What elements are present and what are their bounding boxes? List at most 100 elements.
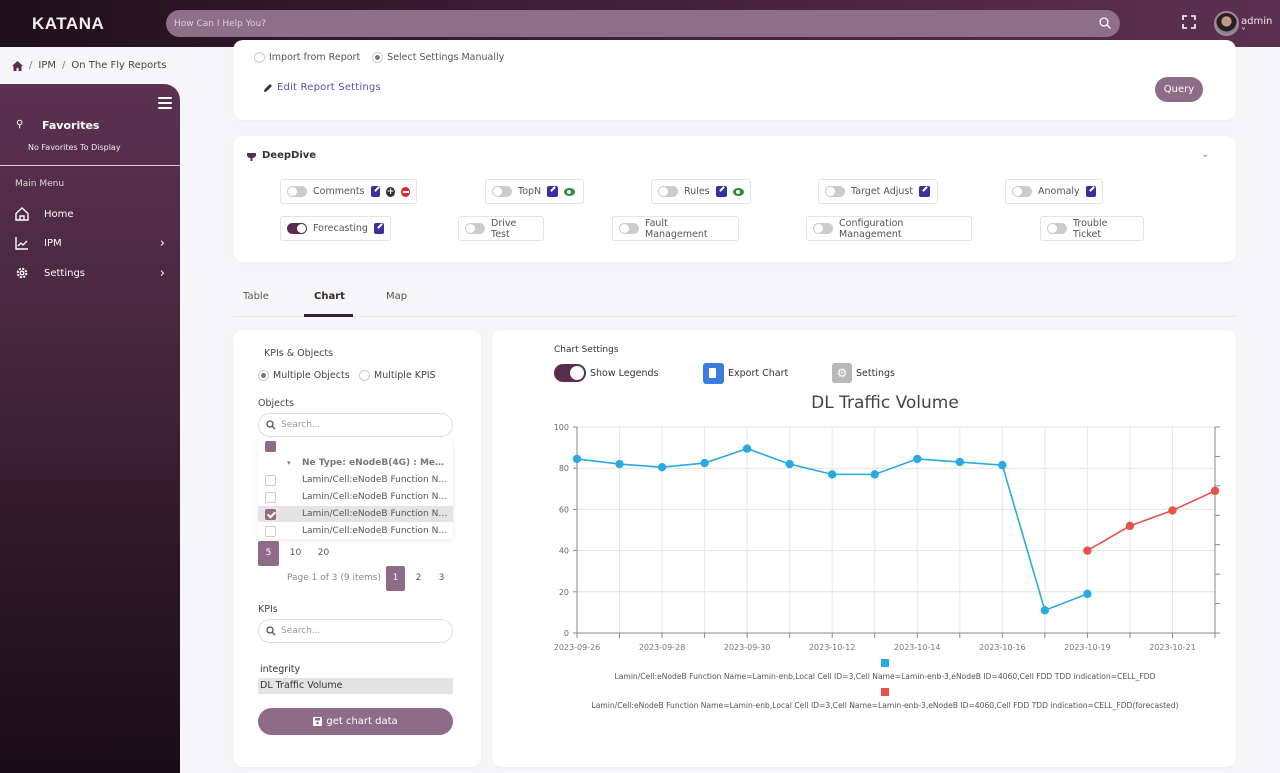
eye-icon[interactable]: [732, 187, 744, 196]
plug-icon: [247, 150, 256, 161]
page-size-20[interactable]: 20: [313, 541, 334, 566]
chart-line-icon: [15, 237, 28, 250]
rules-toggle[interactable]: [658, 186, 678, 197]
option-select-manually[interactable]: Select Settings Manually: [372, 52, 504, 63]
add-icon[interactable]: +: [386, 186, 396, 197]
legend-swatch: [881, 688, 889, 696]
target-adjust-toggle[interactable]: [825, 186, 845, 197]
avatar[interactable]: [1214, 11, 1239, 36]
drive-test-toggle[interactable]: [465, 223, 485, 234]
object-row[interactable]: Lamin/Cell:eNodeB Function Name=Lamin-en…: [258, 506, 453, 522]
search-icon: [266, 626, 276, 636]
page-size-10[interactable]: 10: [285, 541, 306, 566]
remove-icon[interactable]: [401, 186, 411, 197]
data-point: [1083, 546, 1092, 555]
edit-icon[interactable]: [715, 186, 727, 197]
edit-icon[interactable]: [370, 186, 381, 197]
line-chart: DL Traffic Volume 0 20 40 60 80 100 2023-09-26 2…: [554, 393, 1220, 710]
tab-chart[interactable]: Chart: [314, 291, 345, 302]
anomaly-toggle[interactable]: [1012, 186, 1032, 197]
sidebar-item-label: IPM: [44, 237, 62, 249]
sidebar-item-ipm[interactable]: IPM ›: [15, 233, 175, 253]
query-button[interactable]: Query: [1155, 77, 1203, 102]
configuration-management-toggle[interactable]: [813, 223, 833, 234]
caret-down-icon[interactable]: ▾: [287, 459, 291, 467]
trouble-ticket-toggle[interactable]: [1047, 223, 1067, 234]
objects-search[interactable]: [258, 413, 453, 437]
kpis-search-input[interactable]: [281, 626, 441, 636]
logo[interactable]: KATANA: [32, 14, 104, 34]
mode-multiple-objects[interactable]: Multiple Objects: [258, 370, 350, 381]
object-checkbox[interactable]: [265, 491, 276, 503]
kpi-item[interactable]: DL Traffic Volume: [258, 678, 453, 694]
global-search[interactable]: [166, 10, 1120, 37]
edit-report-settings-link[interactable]: Edit Report Settings: [263, 82, 381, 93]
global-search-input[interactable]: [174, 16, 1074, 31]
collapse-chevron-icon[interactable]: ⌄: [1201, 149, 1209, 160]
data-point: [1083, 589, 1092, 599]
object-row[interactable]: Lamin/Cell:eNodeB Function Name=Lamin-en…: [258, 472, 453, 488]
chip-target-adjust: Target Adjust: [818, 179, 938, 204]
x-tick-label: 2023-10-16: [979, 643, 1025, 652]
get-chart-data-button[interactable]: get chart data: [258, 708, 453, 735]
y-tick-label: 0: [564, 629, 569, 638]
deepdive-header[interactable]: DeepDive: [247, 150, 316, 161]
radio-multiple-objects[interactable]: [258, 370, 269, 381]
radio-manual[interactable]: [372, 52, 384, 63]
user-menu[interactable]: admin ˅: [1241, 16, 1280, 38]
group-header-row[interactable]: ▾ Ne Type: eNodeB(4G) : Measurement...: [258, 455, 453, 471]
edit-icon[interactable]: [373, 223, 384, 234]
y-tick-label: 100: [554, 423, 569, 432]
show-legends: Show Legends: [554, 362, 659, 384]
comments-toggle[interactable]: [287, 186, 307, 197]
object-row[interactable]: Lamin/Cell:eNodeB Function Name=Lamin-en…: [258, 489, 453, 505]
sidebar-item-settings[interactable]: Settings ›: [15, 263, 175, 283]
page-3[interactable]: 3: [432, 566, 451, 591]
chevron-down-icon: ˅: [1241, 27, 1246, 38]
object-checkbox[interactable]: [265, 474, 276, 486]
objects-search-input[interactable]: [281, 420, 441, 430]
page-1[interactable]: 1: [386, 566, 405, 591]
page-size-5[interactable]: 5: [258, 541, 279, 566]
mode-multiple-kpis[interactable]: Multiple KPIS: [359, 370, 436, 381]
edit-icon[interactable]: [547, 186, 559, 197]
object-checkbox[interactable]: [265, 508, 276, 520]
sidebar-item-home[interactable]: Home: [15, 204, 175, 224]
legend-label: Lamin/Cell:eNodeB Function Name=Lamin-en…: [591, 701, 1178, 710]
report-source-options: Import from Report Select Settings Manua…: [254, 52, 504, 63]
eye-icon[interactable]: [564, 187, 576, 196]
chip-label: TopN: [518, 186, 542, 197]
topn-toggle[interactable]: [492, 186, 512, 197]
chip-label: Configuration Management: [839, 217, 904, 240]
object-row[interactable]: Lamin/Cell:eNodeB Function Name=Lamin-en…: [258, 523, 453, 539]
chart-settings-button[interactable]: ⚙ Settings: [832, 362, 895, 384]
option-import-from-report[interactable]: Import from Report: [254, 52, 360, 63]
page-2[interactable]: 2: [409, 566, 428, 591]
select-all-checkbox[interactable]: [265, 440, 276, 452]
data-point: [1168, 506, 1177, 515]
edit-icon[interactable]: [919, 186, 931, 197]
hamburger-menu-icon[interactable]: [158, 97, 172, 109]
breadcrumb-ipm[interactable]: IPM: [38, 60, 56, 71]
export-icon: [703, 362, 724, 384]
export-chart-button[interactable]: Export Chart: [703, 362, 788, 384]
x-tick-label: 2023-10-12: [809, 643, 856, 652]
show-legends-toggle[interactable]: [554, 364, 586, 382]
gear-icon: [16, 267, 28, 279]
fault-management-toggle[interactable]: [619, 223, 639, 234]
x-tick-label: 2023-10-21: [1149, 643, 1196, 652]
tab-map[interactable]: Map: [386, 291, 407, 302]
data-point: [913, 454, 922, 464]
radio-import[interactable]: [254, 52, 265, 63]
fullscreen-icon[interactable]: [1182, 15, 1196, 29]
legend-swatch: [881, 659, 889, 667]
home-icon[interactable]: [12, 60, 23, 71]
object-checkbox[interactable]: [265, 525, 276, 537]
edit-icon[interactable]: [1085, 186, 1096, 197]
forecasting-toggle[interactable]: [287, 223, 307, 234]
kpis-search[interactable]: [258, 619, 453, 643]
kpi-item[interactable]: integrity: [258, 662, 453, 678]
radio-multiple-kpis[interactable]: [359, 370, 370, 381]
search-icon[interactable]: [1098, 16, 1112, 30]
tab-table[interactable]: Table: [243, 291, 269, 302]
